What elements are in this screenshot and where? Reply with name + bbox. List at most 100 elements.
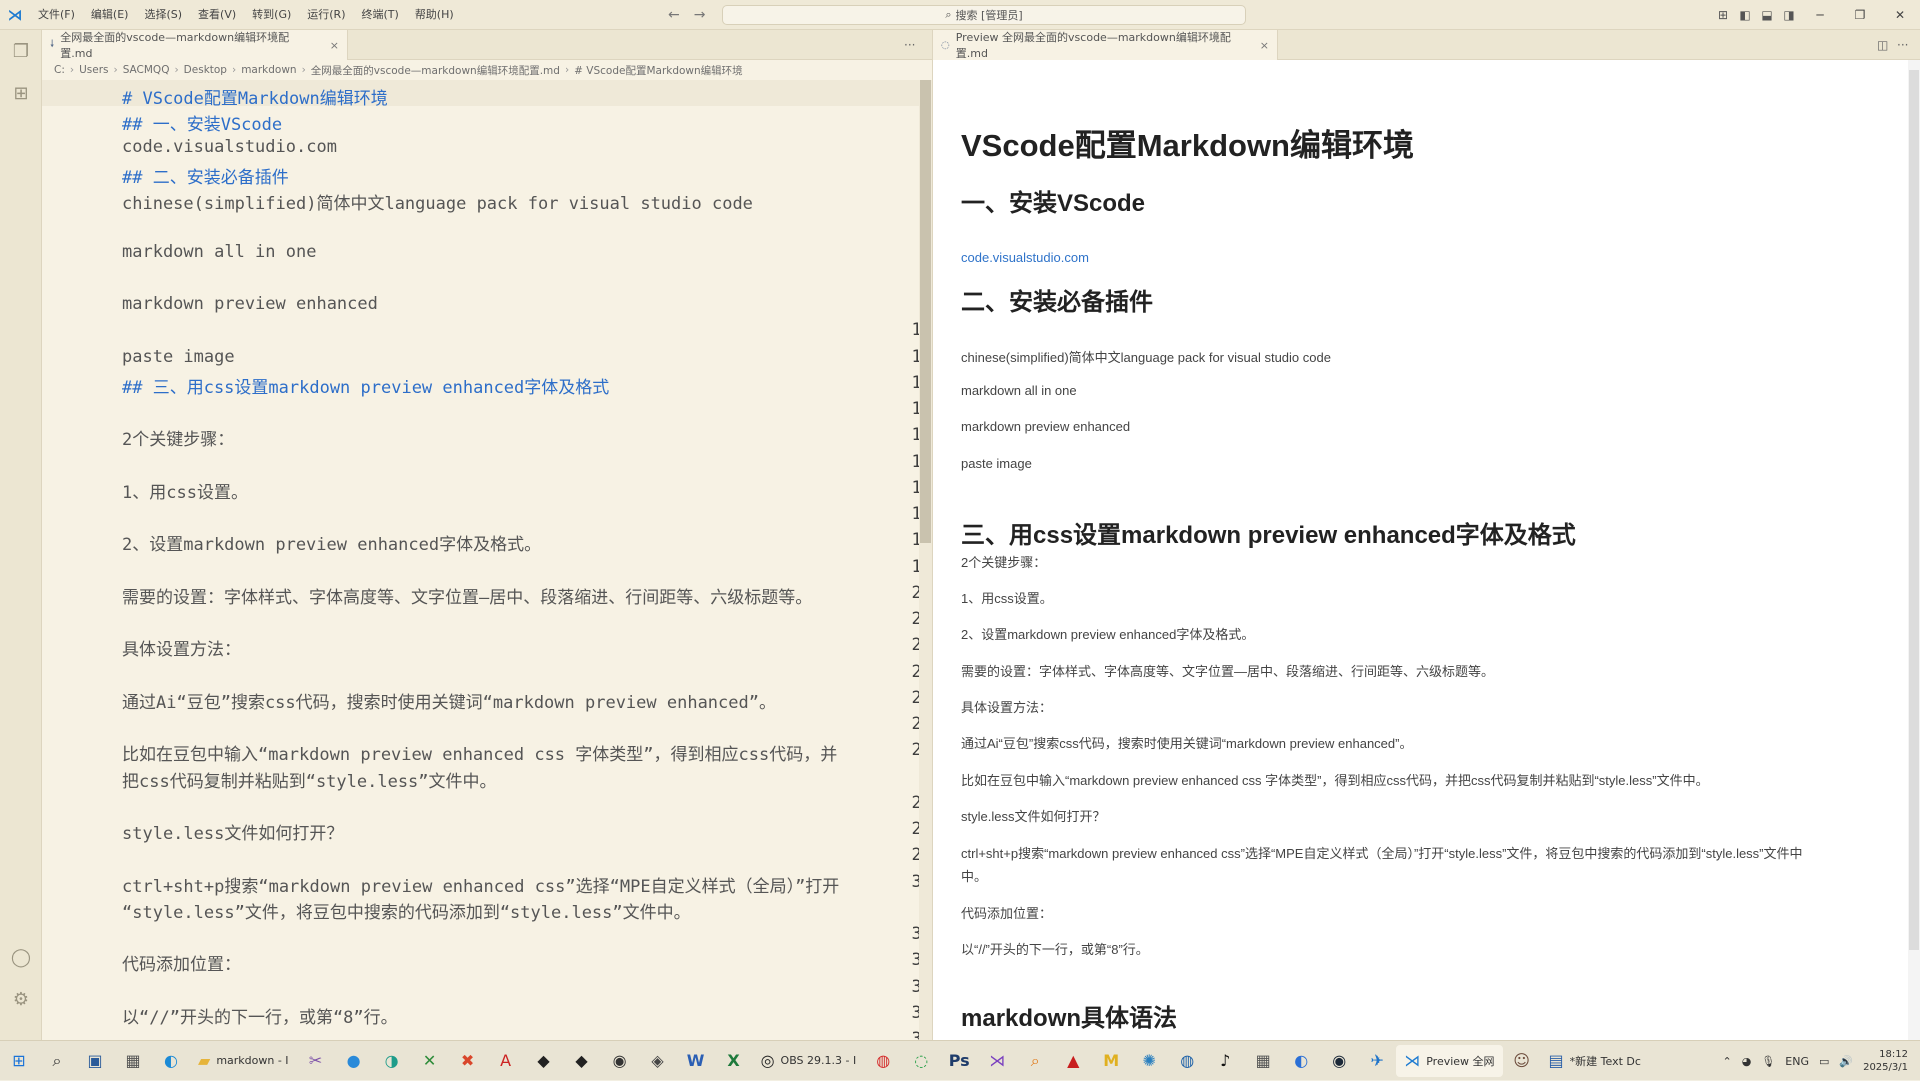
camera-app-icon[interactable]: ◉ <box>601 1041 639 1081</box>
tiktok-icon[interactable]: ♪ <box>1206 1041 1244 1081</box>
preview-link[interactable]: code.visualstudio.com <box>961 250 1089 265</box>
input-language[interactable]: ENG <box>1785 1055 1809 1068</box>
tab-preview[interactable]: ◌ Preview 全网最全面的vscode—markdown编辑环境配置.md… <box>933 30 1278 60</box>
breadcrumb-users[interactable]: Users <box>79 64 108 76</box>
breadcrumb-folder[interactable]: markdown <box>241 64 296 76</box>
clock-date: 2025/3/1 <box>1863 1062 1908 1073</box>
search-taskbar-icon[interactable]: ⌕ <box>38 1041 76 1081</box>
taskbar-obs[interactable]: ◎ OBS 29.1.3 - I <box>753 1045 865 1077</box>
more-actions-icon[interactable]: ··· <box>904 38 915 52</box>
markdown-file-icon: 🠗 <box>50 38 55 50</box>
app-blue-circle-icon[interactable]: ● <box>335 1041 373 1081</box>
network-icon[interactable]: ▭ <box>1819 1055 1829 1068</box>
menu-help[interactable]: 帮助(H) <box>407 0 462 30</box>
breadcrumb-desktop[interactable]: Desktop <box>184 64 227 76</box>
volume-icon[interactable]: 🔊 <box>1839 1055 1853 1068</box>
breadcrumb-user[interactable]: SACMQQ <box>123 64 170 76</box>
toggle-panel-icon[interactable]: ⬓ <box>1756 8 1778 22</box>
preview-scrollbar-thumb[interactable] <box>1909 70 1919 950</box>
obs-label: OBS 29.1.3 - I <box>780 1054 857 1067</box>
restore-icon[interactable]: ❐ <box>1840 8 1880 22</box>
forward-arrow-icon[interactable]: → <box>694 7 706 23</box>
preview-paragraph: 2、设置markdown preview enhanced字体及格式。 <box>961 627 1255 642</box>
tab-markdown-file[interactable]: 🠗 全网最全面的vscode—markdown编辑环境配置.md × <box>42 30 348 60</box>
toggle-secondary-sidebar-icon[interactable]: ◨ <box>1778 8 1800 22</box>
extensions-icon[interactable]: ⊞ <box>0 72 42 114</box>
vscode-logo-icon: ⋊ <box>7 5 23 24</box>
nav-arrows: ← → <box>668 0 705 30</box>
app-bird-icon[interactable]: ✈ <box>1358 1041 1396 1081</box>
explorer-icon[interactable]: ❐ <box>0 30 42 72</box>
close-tab-icon[interactable]: × <box>330 39 339 52</box>
notepad-icon: ▤ <box>1548 1051 1564 1070</box>
tray-expand-icon[interactable]: ⌃ <box>1722 1055 1731 1068</box>
preview-tab-bar: ◌ Preview 全网最全面的vscode—markdown编辑环境配置.md… <box>932 30 1920 60</box>
settings-gear-icon[interactable]: ⚙ <box>0 978 42 1020</box>
inkscape-icon[interactable]: ◆ <box>525 1041 563 1081</box>
inkscape-alt-icon[interactable]: ◆ <box>563 1041 601 1081</box>
customize-layout-icon[interactable]: ⊞ <box>1712 8 1734 22</box>
avatar-icon[interactable]: ☺ <box>1503 1041 1541 1081</box>
edge-dev-icon[interactable]: ◑ <box>373 1041 411 1081</box>
app-swirl-icon[interactable]: ✺ <box>1130 1041 1168 1081</box>
split-editor-icon[interactable]: ◫ <box>1877 38 1888 52</box>
account-icon[interactable]: ◯ <box>0 936 42 978</box>
preview-more-actions-icon[interactable]: ··· <box>1897 38 1908 52</box>
preview-paragraph: 通过Ai“豆包”搜索css代码，搜索时使用关键词“markdown previe… <box>961 736 1413 751</box>
acrobat-icon[interactable]: A <box>487 1041 525 1081</box>
word-icon[interactable]: W <box>677 1041 715 1081</box>
menu-selection[interactable]: 选择(S) <box>136 0 190 30</box>
minimize-icon[interactable]: ─ <box>1800 8 1840 22</box>
taskbar-notepad[interactable]: ▤ *新建 Text Dc <box>1541 1045 1649 1077</box>
pdf-app-icon[interactable]: ▲ <box>1054 1041 1092 1081</box>
tray-app-icon[interactable]: ◕ <box>1742 1055 1752 1068</box>
breadcrumb-file[interactable]: 全网最全面的vscode—markdown编辑环境配置.md <box>311 63 560 78</box>
breadcrumb-symbol[interactable]: # VScode配置Markdown编辑环境 <box>574 63 743 78</box>
title-bar: ⋊ 文件(F) 编辑(E) 选择(S) 查看(V) 转到(G) 运行(R) 终端… <box>0 0 1920 30</box>
m-app-icon[interactable]: M <box>1092 1041 1130 1081</box>
task-view-icon[interactable]: ▣ <box>76 1041 114 1081</box>
photoshop-icon[interactable]: Ps <box>940 1041 978 1081</box>
snipping-tool-icon[interactable]: ✂ <box>297 1041 335 1081</box>
menu-run[interactable]: 运行(R) <box>299 0 353 30</box>
code-line: 把css代码复制并粘贴到“style.less”文件中。 <box>122 771 497 792</box>
preview-heading: 二、安装必备插件 <box>961 289 1153 316</box>
preview-tab-label: Preview 全网最全面的vscode—markdown编辑环境配置.md <box>955 31 1231 60</box>
search-app-icon[interactable]: ⌕ <box>1016 1041 1054 1081</box>
app-red-x-icon[interactable]: ✖ <box>449 1041 487 1081</box>
menu-terminal[interactable]: 终端(T) <box>354 0 407 30</box>
clock[interactable]: 18:12 2025/3/1 <box>1863 1048 1908 1074</box>
code-editor[interactable]: 1# VScode配置Markdown编辑环境2## 一、安装VScode3co… <box>42 80 932 1040</box>
menu-view[interactable]: 查看(V) <box>190 0 244 30</box>
toggle-primary-sidebar-icon[interactable]: ◧ <box>1734 8 1756 22</box>
app-globe-icon[interactable]: ◍ <box>1168 1041 1206 1081</box>
calculator-icon[interactable]: ▦ <box>114 1041 152 1081</box>
visual-studio-icon[interactable]: ⋊ <box>978 1041 1016 1081</box>
excel-icon[interactable]: X <box>715 1041 753 1081</box>
menu-go[interactable]: 转到(G) <box>244 0 299 30</box>
back-arrow-icon[interactable]: ← <box>668 7 680 23</box>
app-grid-icon[interactable]: ▦ <box>1244 1041 1282 1081</box>
taskbar-explorer[interactable]: ▰ markdown - I <box>190 1045 297 1077</box>
menu-file[interactable]: 文件(F) <box>30 0 83 30</box>
edge-browser-icon[interactable]: ◐ <box>152 1041 190 1081</box>
wechat-icon[interactable]: ◌ <box>902 1041 940 1081</box>
app-blue-s-icon[interactable]: ◐ <box>1282 1041 1320 1081</box>
preview-heading: 三、用css设置markdown preview enhanced字体及格式 <box>961 522 1576 549</box>
code-line: 2、设置markdown preview enhanced字体及格式。 <box>122 535 542 556</box>
app-dark-icon[interactable]: ◈ <box>639 1041 677 1081</box>
breadcrumb-drive[interactable]: C: <box>54 64 65 76</box>
taskbar-vscode-preview[interactable]: ⋊ Preview 全网 <box>1396 1044 1503 1077</box>
xbox-icon[interactable]: ✕ <box>411 1041 449 1081</box>
start-windows-icon[interactable]: ⊞ <box>0 1041 38 1081</box>
close-window-icon[interactable]: ✕ <box>1880 8 1920 22</box>
preview-paragraph: style.less文件如何打开？ <box>961 809 1106 824</box>
netease-music-icon[interactable]: ◍ <box>864 1041 902 1081</box>
editor-scrollbar-thumb[interactable] <box>920 80 931 543</box>
command-center-search[interactable]: ⌕ 搜索 [管理员] <box>722 5 1246 25</box>
microphone-icon[interactable]: 🎙 <box>1761 1055 1775 1068</box>
markdown-preview[interactable]: VScode配置Markdown编辑环境 一、安装VScode code.visua… <box>932 60 1920 1040</box>
close-preview-tab-icon[interactable]: × <box>1260 39 1269 52</box>
steam-icon[interactable]: ◉ <box>1320 1041 1358 1081</box>
menu-edit[interactable]: 编辑(E) <box>83 0 137 30</box>
